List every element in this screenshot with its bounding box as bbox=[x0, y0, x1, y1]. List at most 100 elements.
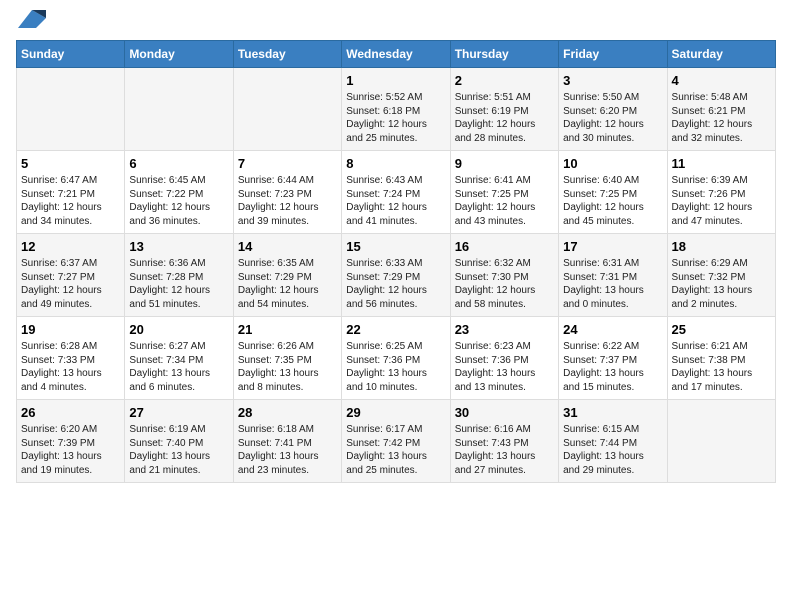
logo bbox=[16, 16, 46, 28]
day-number: 14 bbox=[238, 239, 337, 254]
day-number: 20 bbox=[129, 322, 228, 337]
day-info: Sunrise: 6:33 AMSunset: 7:29 PMDaylight:… bbox=[346, 257, 445, 311]
day-info: Sunrise: 6:36 AMSunset: 7:28 PMDaylight:… bbox=[129, 257, 228, 311]
day-number: 26 bbox=[21, 405, 120, 420]
day-info: Sunrise: 6:22 AMSunset: 7:37 PMDaylight:… bbox=[563, 340, 662, 394]
calendar-cell bbox=[17, 68, 125, 151]
calendar-cell: 19 Sunrise: 6:28 AMSunset: 7:33 PMDayligh… bbox=[17, 317, 125, 400]
weekday-header-wednesday: Wednesday bbox=[342, 41, 450, 68]
calendar-cell: 8Sunrise: 6:43 AMSunset: 7:24 PMDaylight… bbox=[342, 151, 450, 234]
weekday-header-tuesday: Tuesday bbox=[233, 41, 341, 68]
day-number: 3 bbox=[563, 73, 662, 88]
calendar-cell: 16 Sunrise: 6:32 AMSunset: 7:30 PMDayligh… bbox=[450, 234, 558, 317]
day-info: Sunrise: 5:52 AMSunset: 6:18 PMDaylight:… bbox=[346, 91, 445, 145]
calendar-week-row: 26 Sunrise: 6:20 AMSunset: 7:39 PMDayligh… bbox=[17, 400, 776, 483]
day-number: 19 bbox=[21, 322, 120, 337]
day-info: Sunrise: 6:37 AMSunset: 7:27 PMDaylight:… bbox=[21, 257, 120, 311]
day-info: Sunrise: 6:20 AMSunset: 7:39 PMDaylight:… bbox=[21, 423, 120, 477]
day-number: 21 bbox=[238, 322, 337, 337]
day-info: Sunrise: 5:51 AMSunset: 6:19 PMDaylight:… bbox=[455, 91, 554, 145]
day-number: 16 bbox=[455, 239, 554, 254]
calendar-cell: 6 Sunrise: 6:45 AMSunset: 7:22 PMDaylight… bbox=[125, 151, 233, 234]
calendar-week-row: 19 Sunrise: 6:28 AMSunset: 7:33 PMDayligh… bbox=[17, 317, 776, 400]
day-number: 18 bbox=[672, 239, 771, 254]
calendar-cell: 4Sunrise: 5:48 AMSunset: 6:21 PMDaylight… bbox=[667, 68, 775, 151]
calendar-cell: 30 Sunrise: 6:16 AMSunset: 7:43 PMDayligh… bbox=[450, 400, 558, 483]
calendar-cell: 3 Sunrise: 5:50 AMSunset: 6:20 PMDaylight… bbox=[559, 68, 667, 151]
calendar-cell: 10 Sunrise: 6:40 AMSunset: 7:25 PMDayligh… bbox=[559, 151, 667, 234]
calendar-cell: 2 Sunrise: 5:51 AMSunset: 6:19 PMDaylight… bbox=[450, 68, 558, 151]
day-number: 10 bbox=[563, 156, 662, 171]
calendar-cell: 9Sunrise: 6:41 AMSunset: 7:25 PMDaylight… bbox=[450, 151, 558, 234]
calendar-cell: 23 Sunrise: 6:23 AMSunset: 7:36 PMDayligh… bbox=[450, 317, 558, 400]
day-number: 17 bbox=[563, 239, 662, 254]
calendar-cell: 31 Sunrise: 6:15 AMSunset: 7:44 PMDayligh… bbox=[559, 400, 667, 483]
day-info: Sunrise: 6:28 AMSunset: 7:33 PMDaylight:… bbox=[21, 340, 120, 394]
day-info: Sunrise: 6:18 AMSunset: 7:41 PMDaylight:… bbox=[238, 423, 337, 477]
weekday-header-friday: Friday bbox=[559, 41, 667, 68]
calendar-week-row: 1 Sunrise: 5:52 AMSunset: 6:18 PMDaylight… bbox=[17, 68, 776, 151]
calendar-cell bbox=[125, 68, 233, 151]
calendar-cell: 22 Sunrise: 6:25 AMSunset: 7:36 PMDayligh… bbox=[342, 317, 450, 400]
day-info: Sunrise: 5:50 AMSunset: 6:20 PMDaylight:… bbox=[563, 91, 662, 145]
weekday-header-row: SundayMondayTuesdayWednesdayThursdayFrid… bbox=[17, 41, 776, 68]
calendar-cell: 27Sunrise: 6:19 AMSunset: 7:40 PMDayligh… bbox=[125, 400, 233, 483]
day-number: 28 bbox=[238, 405, 337, 420]
calendar-week-row: 5Sunrise: 6:47 AMSunset: 7:21 PMDaylight… bbox=[17, 151, 776, 234]
day-number: 8 bbox=[346, 156, 445, 171]
calendar-cell: 17 Sunrise: 6:31 AMSunset: 7:31 PMDayligh… bbox=[559, 234, 667, 317]
day-number: 11 bbox=[672, 156, 771, 171]
calendar-cell bbox=[233, 68, 341, 151]
day-number: 29 bbox=[346, 405, 445, 420]
calendar-cell: 14 Sunrise: 6:35 AMSunset: 7:29 PMDayligh… bbox=[233, 234, 341, 317]
day-info: Sunrise: 6:21 AMSunset: 7:38 PMDaylight:… bbox=[672, 340, 771, 394]
day-info: Sunrise: 6:27 AMSunset: 7:34 PMDaylight:… bbox=[129, 340, 228, 394]
day-info: Sunrise: 6:23 AMSunset: 7:36 PMDaylight:… bbox=[455, 340, 554, 394]
day-info: Sunrise: 6:31 AMSunset: 7:31 PMDaylight:… bbox=[563, 257, 662, 311]
day-number: 9 bbox=[455, 156, 554, 171]
calendar-cell: 20 Sunrise: 6:27 AMSunset: 7:34 PMDayligh… bbox=[125, 317, 233, 400]
calendar-cell: 25 Sunrise: 6:21 AMSunset: 7:38 PMDayligh… bbox=[667, 317, 775, 400]
day-number: 13 bbox=[129, 239, 228, 254]
day-info: Sunrise: 6:35 AMSunset: 7:29 PMDaylight:… bbox=[238, 257, 337, 311]
day-info: Sunrise: 6:26 AMSunset: 7:35 PMDaylight:… bbox=[238, 340, 337, 394]
calendar-cell bbox=[667, 400, 775, 483]
day-number: 24 bbox=[563, 322, 662, 337]
day-info: Sunrise: 6:32 AMSunset: 7:30 PMDaylight:… bbox=[455, 257, 554, 311]
day-number: 12 bbox=[21, 239, 120, 254]
day-info: Sunrise: 6:19 AMSunset: 7:40 PMDaylight:… bbox=[129, 423, 228, 477]
day-info: Sunrise: 6:15 AMSunset: 7:44 PMDaylight:… bbox=[563, 423, 662, 477]
day-number: 5 bbox=[21, 156, 120, 171]
calendar-cell: 13 Sunrise: 6:36 AMSunset: 7:28 PMDayligh… bbox=[125, 234, 233, 317]
day-info: Sunrise: 6:45 AMSunset: 7:22 PMDaylight:… bbox=[129, 174, 228, 228]
calendar-cell: 18 Sunrise: 6:29 AMSunset: 7:32 PMDayligh… bbox=[667, 234, 775, 317]
calendar-cell: 28 Sunrise: 6:18 AMSunset: 7:41 PMDayligh… bbox=[233, 400, 341, 483]
day-number: 7 bbox=[238, 156, 337, 171]
logo-icon bbox=[18, 10, 46, 28]
day-number: 6 bbox=[129, 156, 228, 171]
calendar-cell: 11 Sunrise: 6:39 AMSunset: 7:26 PMDayligh… bbox=[667, 151, 775, 234]
day-number: 31 bbox=[563, 405, 662, 420]
day-info: Sunrise: 6:40 AMSunset: 7:25 PMDaylight:… bbox=[563, 174, 662, 228]
day-info: Sunrise: 6:25 AMSunset: 7:36 PMDaylight:… bbox=[346, 340, 445, 394]
weekday-header-monday: Monday bbox=[125, 41, 233, 68]
day-info: Sunrise: 6:39 AMSunset: 7:26 PMDaylight:… bbox=[672, 174, 771, 228]
day-number: 2 bbox=[455, 73, 554, 88]
calendar-cell: 29 Sunrise: 6:17 AMSunset: 7:42 PMDayligh… bbox=[342, 400, 450, 483]
day-info: Sunrise: 5:48 AMSunset: 6:21 PMDaylight:… bbox=[672, 91, 771, 145]
day-number: 30 bbox=[455, 405, 554, 420]
day-number: 1 bbox=[346, 73, 445, 88]
calendar-cell: 1 Sunrise: 5:52 AMSunset: 6:18 PMDaylight… bbox=[342, 68, 450, 151]
calendar-cell: 7 Sunrise: 6:44 AMSunset: 7:23 PMDaylight… bbox=[233, 151, 341, 234]
day-info: Sunrise: 6:17 AMSunset: 7:42 PMDaylight:… bbox=[346, 423, 445, 477]
day-info: Sunrise: 6:16 AMSunset: 7:43 PMDaylight:… bbox=[455, 423, 554, 477]
day-number: 23 bbox=[455, 322, 554, 337]
day-number: 25 bbox=[672, 322, 771, 337]
day-info: Sunrise: 6:29 AMSunset: 7:32 PMDaylight:… bbox=[672, 257, 771, 311]
day-number: 22 bbox=[346, 322, 445, 337]
calendar-cell: 5Sunrise: 6:47 AMSunset: 7:21 PMDaylight… bbox=[17, 151, 125, 234]
weekday-header-sunday: Sunday bbox=[17, 41, 125, 68]
day-info: Sunrise: 6:44 AMSunset: 7:23 PMDaylight:… bbox=[238, 174, 337, 228]
page-header bbox=[16, 16, 776, 28]
calendar-cell: 15Sunrise: 6:33 AMSunset: 7:29 PMDayligh… bbox=[342, 234, 450, 317]
